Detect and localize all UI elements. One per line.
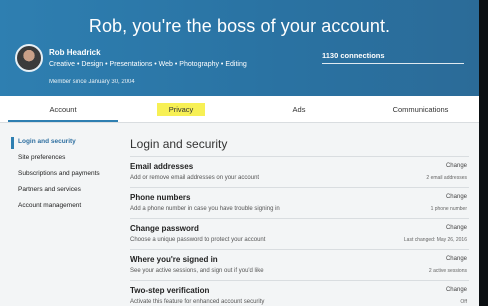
row-status: Off [460,299,467,305]
tab-account-label: Account [49,104,77,114]
setting-row-password[interactable]: Change password Choose a unique password… [130,218,469,250]
change-button[interactable]: Change [446,163,467,169]
tab-privacy[interactable]: Privacy [126,96,236,122]
row-description: Choose a unique password to protect your… [130,237,266,243]
row-status: 2 email addresses [426,175,467,181]
change-button[interactable]: Change [446,225,467,231]
settings-window: Rob, you're the boss of your account. Ro… [0,0,479,306]
tab-communications[interactable]: Communications [362,96,479,122]
tab-privacy-label: Privacy [156,102,206,116]
setting-row-email[interactable]: Email addresses Add or remove email addr… [130,156,469,188]
change-button[interactable]: Change [446,194,467,200]
connections-count[interactable]: 1130 connections [322,51,385,60]
sidebar-item-account-management[interactable]: Account management [18,202,81,209]
tab-ads[interactable]: Ads [236,96,362,122]
tab-account[interactable]: Account [0,96,126,122]
sidebar-item-login-security[interactable]: Login and security [18,138,76,145]
active-item-marker [11,137,14,149]
avatar[interactable] [15,44,43,72]
sidebar-item-subscriptions-payments[interactable]: Subscriptions and payments [18,170,100,177]
row-title: Two-step verification [130,286,210,295]
change-button[interactable]: Change [446,287,467,293]
page-headline: Rob, you're the boss of your account. [88,16,391,36]
profile-header: Rob, you're the boss of your account. Ro… [0,0,479,96]
row-description: Add a phone number in case you have trou… [130,206,280,212]
section-title: Login and security [130,137,228,151]
setting-row-phone[interactable]: Phone numbers Add a phone number in case… [130,187,469,219]
row-description: See your active sessions, and sign out i… [130,268,264,274]
connections-divider [322,63,464,64]
row-status: 2 active sessions [428,268,467,274]
row-title: Change password [130,224,199,233]
tab-communications-label: Communications [392,104,449,114]
row-title: Email addresses [130,162,194,171]
row-title: Phone numbers [130,193,191,202]
row-title: Where you're signed in [130,255,218,264]
settings-tabs: Account Privacy Ads Communications [0,96,479,123]
profile-name[interactable]: Rob Headrick [49,48,101,57]
row-status: 1 phone number [430,206,467,212]
change-button[interactable]: Change [446,256,467,262]
setting-row-two-step[interactable]: Two-step verification Activate this feat… [130,280,469,306]
member-since: Member since January 30, 2004 [49,79,135,85]
tab-ads-label: Ads [292,104,306,114]
row-description: Add or remove email addresses on your ac… [130,175,260,181]
sidebar-item-partners-services[interactable]: Partners and services [18,186,81,193]
row-status: Last changed: May 26, 2016 [403,237,467,243]
setting-row-sessions[interactable]: Where you're signed in See your active s… [130,249,469,281]
sidebar-item-site-preferences[interactable]: Site preferences [18,154,65,161]
row-description: Activate this feature for enhanced accou… [130,299,265,305]
profile-tagline: Creative • Design • Presentations • Web … [49,61,247,68]
